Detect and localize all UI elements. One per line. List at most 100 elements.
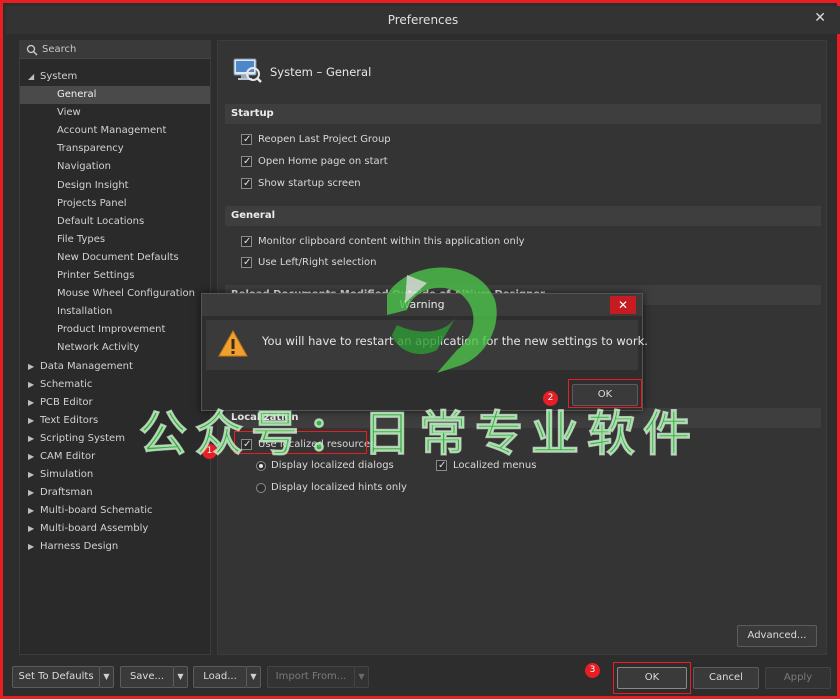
warning-close-icon[interactable]: ✕ (610, 296, 636, 314)
collapsed-arrow-icon[interactable]: ▶ (28, 538, 34, 556)
system-general-icon (233, 58, 262, 83)
load-button[interactable]: Load... (193, 666, 247, 688)
tree-item-view[interactable]: View (20, 104, 210, 122)
checkbox-label: Monitor clipboard content within this ap… (258, 236, 525, 247)
startup-section-header: Startup (225, 104, 821, 124)
load-dropdown-icon[interactable]: ▼ (247, 666, 261, 688)
tree-item-label: CAM Editor (40, 450, 96, 462)
window-close-icon[interactable]: ✕ (814, 10, 826, 26)
set-to-defaults-button[interactable]: Set To Defaults (12, 666, 100, 688)
checkbox-checked-icon (241, 153, 252, 171)
tree-item-label: Data Management (40, 360, 133, 372)
save-button[interactable]: Save... (120, 666, 174, 688)
tree-item-printer-settings[interactable]: Printer Settings (20, 267, 210, 285)
checkbox-checked-icon (241, 233, 252, 251)
general-section-header: General (225, 206, 821, 226)
tree-item-label: Multi-board Assembly (40, 523, 149, 535)
set-defaults-dropdown-icon[interactable]: ▼ (100, 666, 114, 688)
checkbox-checked-icon (241, 254, 252, 272)
tree-item-label: Draftsman (40, 487, 93, 499)
collapsed-arrow-icon[interactable]: ▶ (28, 466, 34, 484)
checkbox-checked-icon (241, 175, 252, 193)
tree-item-transparency[interactable]: Transparency (20, 140, 210, 158)
tree-item-multi-board-assembly[interactable]: ▶ Multi-board Assembly (20, 520, 210, 538)
window-title: Preferences (387, 13, 459, 27)
tree-item-label: PCB Editor (40, 396, 93, 408)
navigation-panel: Search ◢ System General View Account Managem… (19, 40, 211, 655)
checkbox-checked-icon (241, 131, 252, 149)
tree-item-label: Multi-board Schematic (40, 505, 153, 517)
warning-triangle-icon (218, 330, 248, 357)
watermark-logo-icon (387, 267, 497, 373)
tree-item-label: Network Activity (57, 342, 140, 354)
collapsed-arrow-icon[interactable]: ▶ (28, 430, 34, 448)
preferences-window: Preferences ✕ Search ◢ System General View A… (0, 0, 840, 699)
collapsed-arrow-icon[interactable]: ▶ (28, 502, 34, 520)
tree-item-mouse-wheel-configuration[interactable]: Mouse Wheel Configuration (20, 285, 210, 303)
checkbox-label: Reopen Last Project Group (258, 134, 391, 145)
checkbox-label: Open Home page on start (258, 156, 388, 167)
expanded-arrow-icon[interactable]: ◢ (28, 68, 34, 86)
tree-item-network-activity[interactable]: Network Activity (20, 339, 210, 357)
tree-item-draftsman[interactable]: ▶ Draftsman (20, 484, 210, 502)
save-dropdown-icon[interactable]: ▼ (174, 666, 188, 688)
tree-item-label: Transparency (57, 143, 124, 155)
tree-item-design-insight[interactable]: Design Insight (20, 177, 210, 195)
search-input[interactable]: Search (20, 41, 210, 59)
tree-item-label: Navigation (57, 161, 111, 173)
tree-item-label: Design Insight (57, 179, 129, 191)
tree-item-file-types[interactable]: File Types (20, 231, 210, 249)
collapsed-arrow-icon[interactable]: ▶ (28, 448, 34, 466)
tree-item-schematic[interactable]: ▶ Schematic (20, 376, 210, 394)
tree-item-label: New Document Defaults (57, 251, 179, 263)
tree-item-projects-panel[interactable]: Projects Panel (20, 195, 210, 213)
tree-item-label: Schematic (40, 378, 93, 390)
ok-button[interactable]: OK (617, 667, 687, 689)
import-dropdown-icon[interactable]: ▼ (355, 666, 369, 688)
tree-item-harness-design[interactable]: ▶ Harness Design (20, 538, 210, 556)
collapsed-arrow-icon[interactable]: ▶ (28, 484, 34, 502)
apply-button[interactable]: Apply (765, 667, 831, 689)
tree-item-label: Product Improvement (57, 324, 166, 336)
tree-item-new-document-defaults[interactable]: New Document Defaults (20, 249, 210, 267)
tree-item-label: Simulation (40, 469, 94, 481)
tree-item-label: Harness Design (40, 541, 119, 553)
cancel-button[interactable]: Cancel (693, 667, 759, 689)
tree-item-label: System (40, 71, 78, 82)
tree-item-label: Mouse Wheel Configuration (57, 288, 195, 300)
collapsed-arrow-icon[interactable]: ▶ (28, 376, 34, 394)
tree-item-product-improvement[interactable]: Product Improvement (20, 321, 210, 339)
tree-item-data-management[interactable]: ▶ Data Management (20, 358, 210, 376)
tree-item-label: Installation (57, 306, 113, 318)
checkbox-label: Use Left/Right selection (258, 257, 377, 268)
checkbox-label: Show startup screen (258, 178, 361, 189)
tree-item-navigation[interactable]: Navigation (20, 158, 210, 176)
step-badge-3: 3 (585, 663, 600, 678)
tree-item-simulation[interactable]: ▶ Simulation (20, 466, 210, 484)
search-icon (26, 44, 38, 56)
collapsed-arrow-icon[interactable]: ▶ (28, 358, 34, 376)
tree-item-general[interactable]: General (20, 86, 210, 105)
tree-item-installation[interactable]: Installation (20, 303, 210, 321)
radio-label: Display localized hints only (271, 482, 407, 493)
import-from-button[interactable]: Import From... (267, 666, 355, 688)
tree-item-label: Text Editors (40, 414, 99, 426)
title-bar: Preferences ✕ (6, 6, 840, 34)
page-title: System – General (270, 65, 372, 79)
tree-item-label: Account Management (57, 125, 167, 137)
tree-item-label: Projects Panel (57, 197, 127, 209)
collapsed-arrow-icon[interactable]: ▶ (28, 520, 34, 538)
tree-item-label: Default Locations (57, 215, 145, 227)
tree-item-account-management[interactable]: Account Management (20, 122, 210, 140)
preferences-tree: ◢ System General View Account Management Tran… (20, 68, 210, 557)
collapsed-arrow-icon[interactable]: ▶ (28, 394, 34, 412)
advanced-button[interactable]: Advanced... (737, 625, 817, 647)
tree-item-multi-board-schematic[interactable]: ▶ Multi-board Schematic (20, 502, 210, 520)
search-placeholder: Search (42, 44, 77, 55)
tree-item-system[interactable]: ◢ System (20, 68, 210, 86)
tree-item-label: Printer Settings (57, 270, 135, 282)
radio-unselected-icon (256, 483, 266, 493)
tree-item-default-locations[interactable]: Default Locations (20, 213, 210, 231)
tree-item-label: File Types (57, 233, 106, 245)
collapsed-arrow-icon[interactable]: ▶ (28, 412, 34, 430)
